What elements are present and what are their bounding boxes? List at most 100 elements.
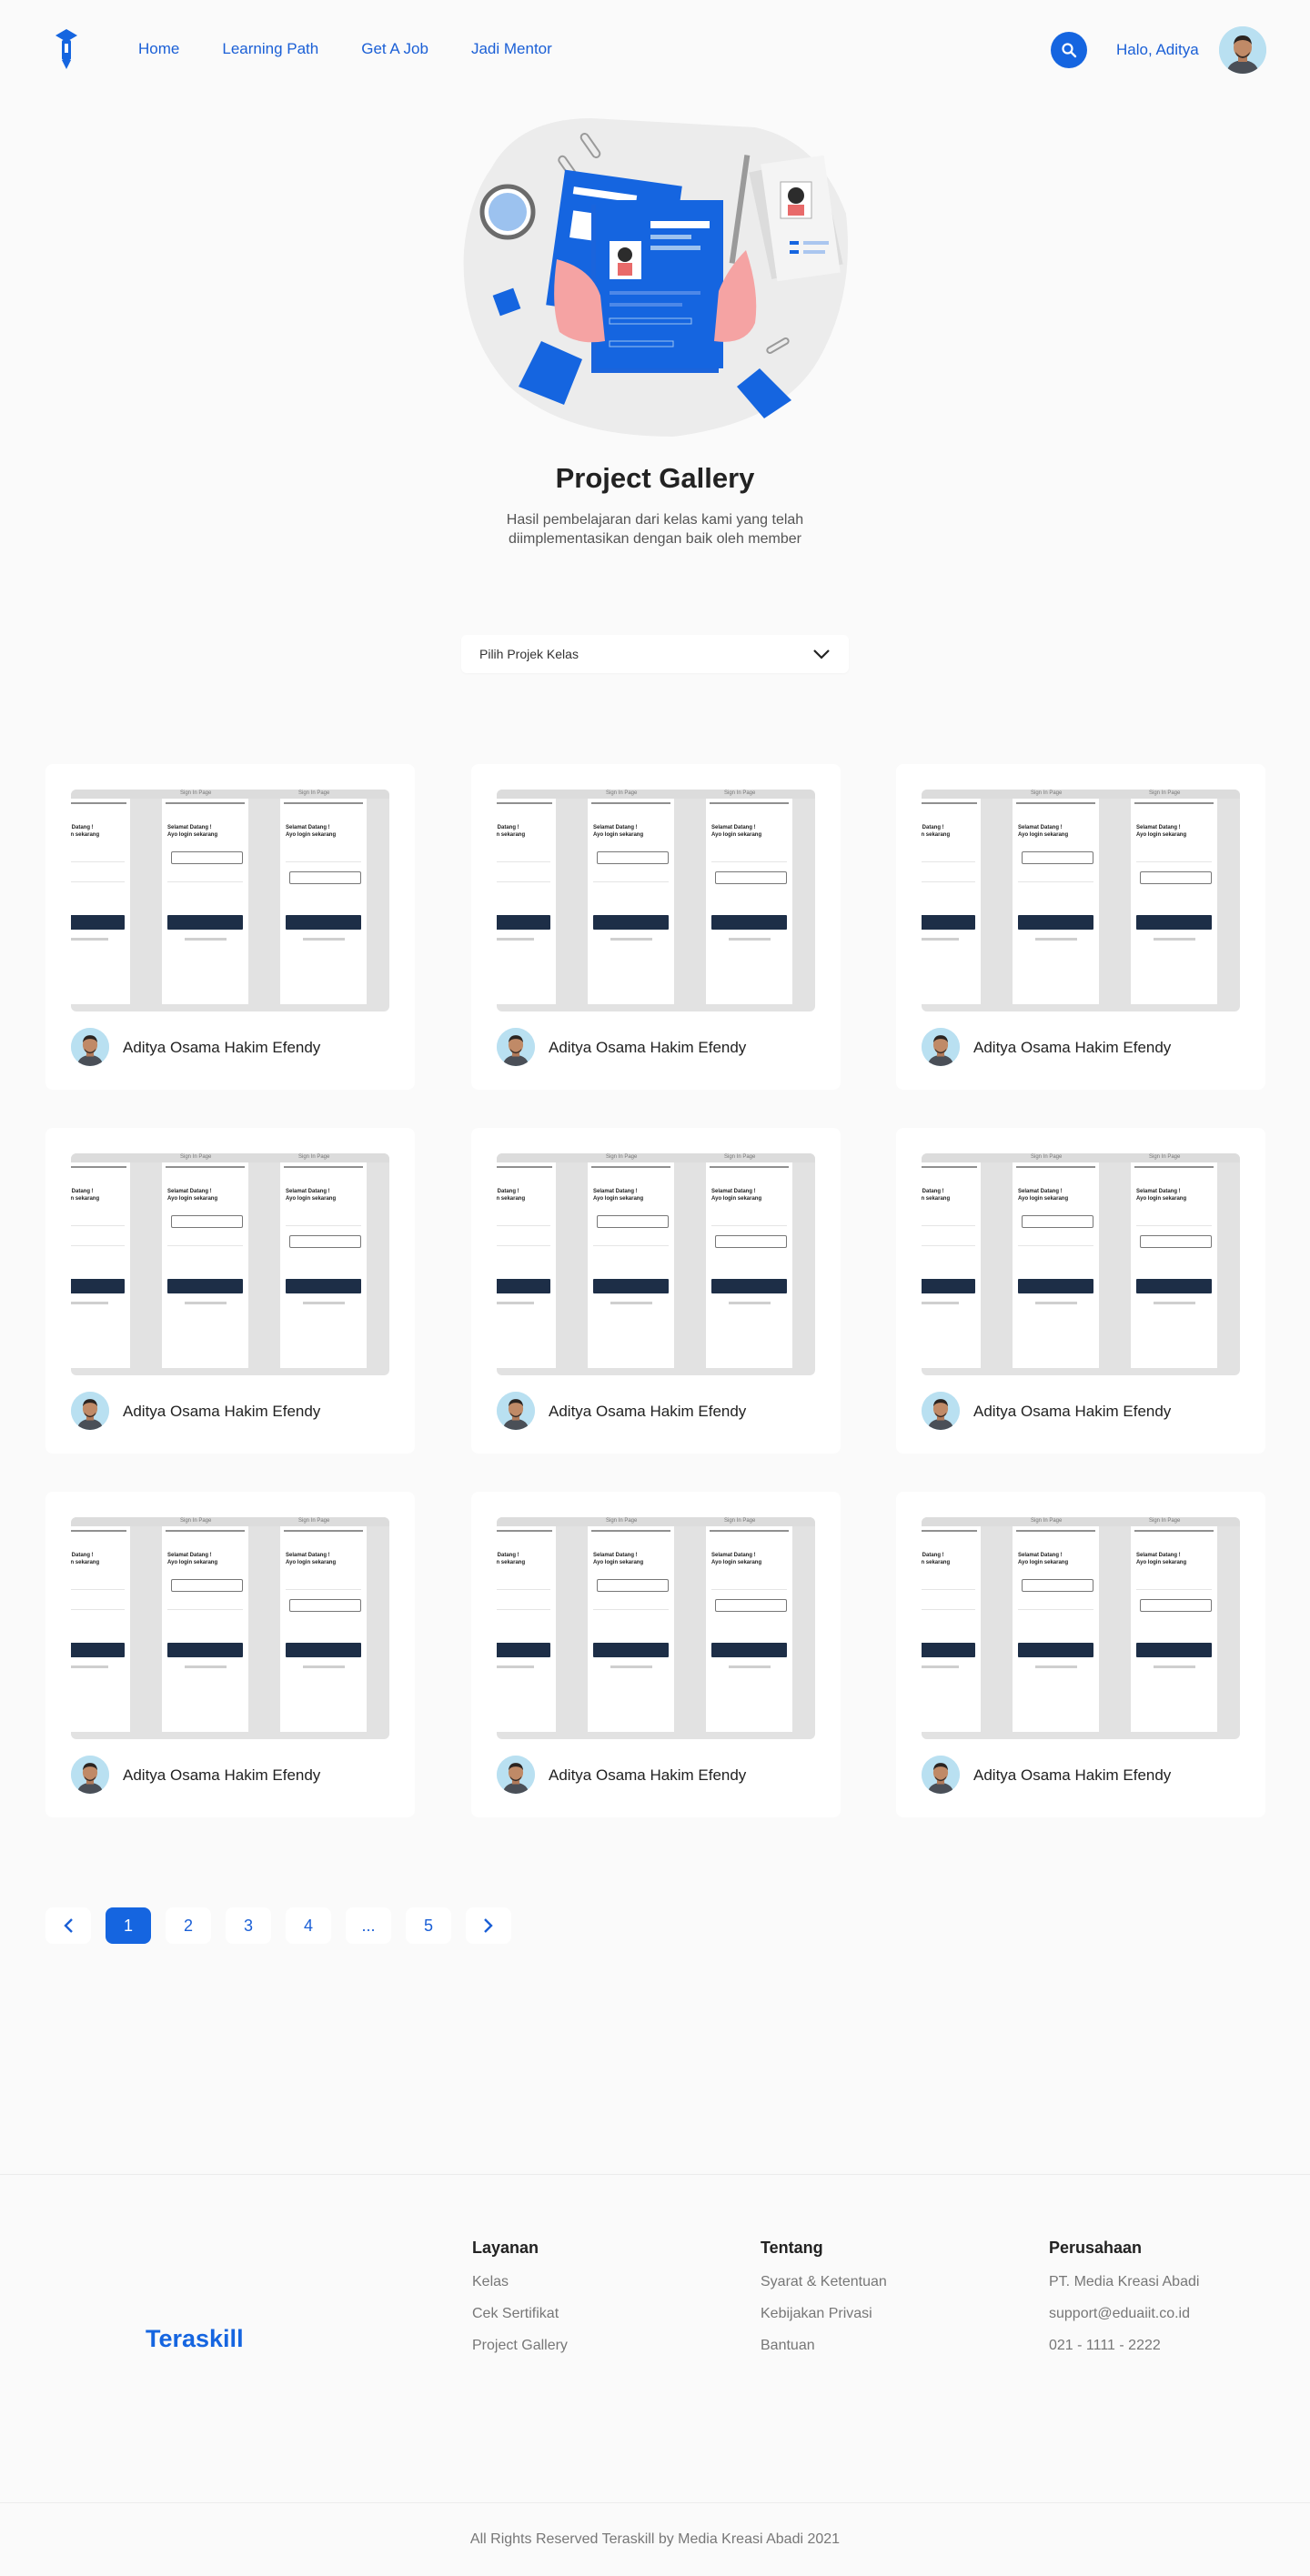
chevron-right-icon [484, 1918, 493, 1933]
project-card[interactable]: Sign In PageSign In PageSign In Page Sel… [471, 1492, 841, 1817]
screen-label: Sign In Page [298, 1518, 330, 1524]
prev-page-button[interactable] [45, 1907, 91, 1944]
mockup-login-button [167, 1643, 243, 1657]
class-project-dropdown[interactable]: Pilih Projek Kelas [461, 635, 849, 673]
mockup-login-button [1018, 1643, 1093, 1657]
mockup-login-button [1136, 1643, 1212, 1657]
mockup-heading: Selamat Datang ! Ayo login sekarang [286, 1553, 337, 1565]
phone-mockup: Selamat Datang ! Ayo login sekarang [1013, 1526, 1099, 1732]
mockup-login-button [593, 1643, 669, 1657]
mockup-heading: Selamat Datang ! Ayo login sekarang [286, 825, 337, 838]
phone-mockup: Selamat Datang ! Ayo login sekarang [280, 1526, 367, 1732]
footer-col-tentang: Tentang Syarat & Ketentuan Kebijakan Pri… [761, 2239, 887, 2370]
mockup-login-button [1136, 1279, 1212, 1293]
footer-link-project-gallery[interactable]: Project Gallery [472, 2338, 568, 2354]
project-card[interactable]: Sign In PageSign In PageSign In Page Sel… [471, 764, 841, 1090]
phone-mockup: Selamat Datang ! Ayo login sekarang [280, 1162, 367, 1368]
mockup-login-button [497, 1279, 550, 1293]
author-name: Aditya Osama Hakim Efendy [123, 1403, 321, 1420]
user-avatar[interactable] [1219, 26, 1266, 74]
mockup-login-button [1136, 915, 1212, 930]
project-screenshot: Sign In PageSign In PageSign In Page Sel… [497, 790, 815, 1011]
author-name: Aditya Osama Hakim Efendy [549, 1039, 747, 1056]
mockup-login-button [593, 915, 669, 930]
mockup-heading: Selamat Datang ! Ayo login sekarang [1018, 1553, 1069, 1565]
screen-label: Sign In Page [1149, 1154, 1181, 1160]
mockup-login-button [167, 915, 243, 930]
screen-label: Sign In Page [1031, 1154, 1063, 1160]
footer-brand-logo[interactable]: Teraskill [146, 2325, 244, 2353]
mockup-heading: Selamat Datang ! Ayo login sekarang [497, 825, 526, 838]
mockup-login-button [497, 1643, 550, 1657]
footer-link-cek-sertifikat[interactable]: Cek Sertifikat [472, 2306, 568, 2322]
company-phone: 021 - 1111 - 2222 [1049, 2338, 1161, 2353]
page-1-button[interactable]: 1 [106, 1907, 151, 1944]
mockup-login-button [711, 1279, 787, 1293]
mockup-heading: Selamat Datang ! Ayo login sekarang [1136, 1553, 1187, 1565]
mockup-heading: Selamat Datang ! Ayo login sekarang [497, 1189, 526, 1202]
project-card[interactable]: Sign In PageSign In PageSign In Page Sel… [896, 1128, 1265, 1454]
page-subtitle: Hasil pembelajaran dari kelas kami yang … [506, 512, 804, 547]
footer-link-syarat[interactable]: Syarat & Ketentuan [761, 2274, 887, 2290]
search-button[interactable] [1051, 32, 1087, 68]
project-card[interactable]: Sign In PageSign In PageSign In Page Sel… [896, 764, 1265, 1090]
phone-mockup: Selamat Datang ! Ayo login sekarang [922, 799, 981, 1004]
page-ellipsis[interactable]: ... [346, 1907, 391, 1944]
page-2-button[interactable]: 2 [166, 1907, 211, 1944]
project-card[interactable]: Sign In PageSign In PageSign In Page Sel… [471, 1128, 841, 1454]
screen-label: Sign In Page [724, 790, 756, 796]
mockup-heading: Selamat Datang ! Ayo login sekarang [286, 1189, 337, 1202]
nav-home[interactable]: Home [138, 40, 179, 58]
footer-link-privasi[interactable]: Kebijakan Privasi [761, 2306, 887, 2322]
page-5-button[interactable]: 5 [406, 1907, 451, 1944]
nav-jadi-mentor[interactable]: Jadi Mentor [471, 40, 552, 58]
footer-col-title: Tentang [761, 2239, 823, 2257]
company-email: support@eduaiit.co.id [1049, 2306, 1190, 2321]
screen-label: Sign In Page [298, 1154, 330, 1160]
mockup-heading: Selamat Datang ! Ayo login sekarang [922, 1553, 951, 1565]
screen-label: Sign In Page [1149, 1518, 1181, 1524]
footer-col-title: Perusahaan [1049, 2239, 1143, 2257]
project-card[interactable]: Sign In PageSign In PageSign In Page Sel… [45, 1128, 415, 1454]
page-3-button[interactable]: 3 [226, 1907, 271, 1944]
author-avatar [71, 1028, 109, 1066]
nav-learning-path[interactable]: Learning Path [222, 40, 318, 58]
mockup-heading: Selamat Datang ! Ayo login sekarang [71, 825, 100, 838]
phone-mockup: Selamat Datang ! Ayo login sekarang [706, 1162, 792, 1368]
footer-link-kelas[interactable]: Kelas [472, 2274, 568, 2290]
mockup-login-button [922, 915, 975, 930]
mockup-login-button [711, 915, 787, 930]
page-4-button[interactable]: 4 [286, 1907, 331, 1944]
phone-mockup: Selamat Datang ! Ayo login sekarang [706, 1526, 792, 1732]
author-name: Aditya Osama Hakim Efendy [549, 1403, 747, 1420]
phone-mockup: Selamat Datang ! Ayo login sekarang [1013, 799, 1099, 1004]
dropdown-label: Pilih Projek Kelas [479, 647, 579, 661]
project-screenshot: Sign In PageSign In PageSign In Page Sel… [71, 790, 389, 1011]
mockup-login-button [167, 1279, 243, 1293]
mockup-heading: Selamat Datang ! Ayo login sekarang [167, 1553, 218, 1565]
graduation-pin-icon[interactable] [55, 27, 78, 71]
project-card[interactable]: Sign In PageSign In PageSign In Page Sel… [896, 1492, 1265, 1817]
search-icon [1062, 43, 1077, 58]
hero-illustration [463, 118, 848, 437]
next-page-button[interactable] [466, 1907, 511, 1944]
user-greeting[interactable]: Halo, Aditya [1116, 41, 1199, 59]
phone-mockup: Selamat Datang ! Ayo login sekarang [1013, 1162, 1099, 1368]
screen-label: Sign In Page [606, 1154, 638, 1160]
mockup-login-button [497, 915, 550, 930]
screen-label: Sign In Page [180, 1518, 212, 1524]
mockup-login-button [1018, 915, 1093, 930]
mockup-heading: Selamat Datang ! Ayo login sekarang [593, 1189, 644, 1202]
nav-get-a-job[interactable]: Get A Job [361, 40, 428, 58]
footer-link-bantuan[interactable]: Bantuan [761, 2338, 887, 2354]
pagination: 1 2 3 4 ... 5 [45, 1907, 511, 1944]
chevron-down-icon [813, 649, 830, 659]
mockup-login-button [1018, 1279, 1093, 1293]
author-avatar [922, 1756, 960, 1794]
phone-mockup: Selamat Datang ! Ayo login sekarang [1131, 1526, 1217, 1732]
phone-mockup: Selamat Datang ! Ayo login sekarang [162, 1162, 248, 1368]
project-card[interactable]: Sign In PageSign In PageSign In Page Sel… [45, 1492, 415, 1817]
project-card[interactable]: Sign In PageSign In PageSign In Page Sel… [45, 764, 415, 1090]
author-avatar [922, 1392, 960, 1430]
footer-col-title: Layanan [472, 2239, 539, 2257]
